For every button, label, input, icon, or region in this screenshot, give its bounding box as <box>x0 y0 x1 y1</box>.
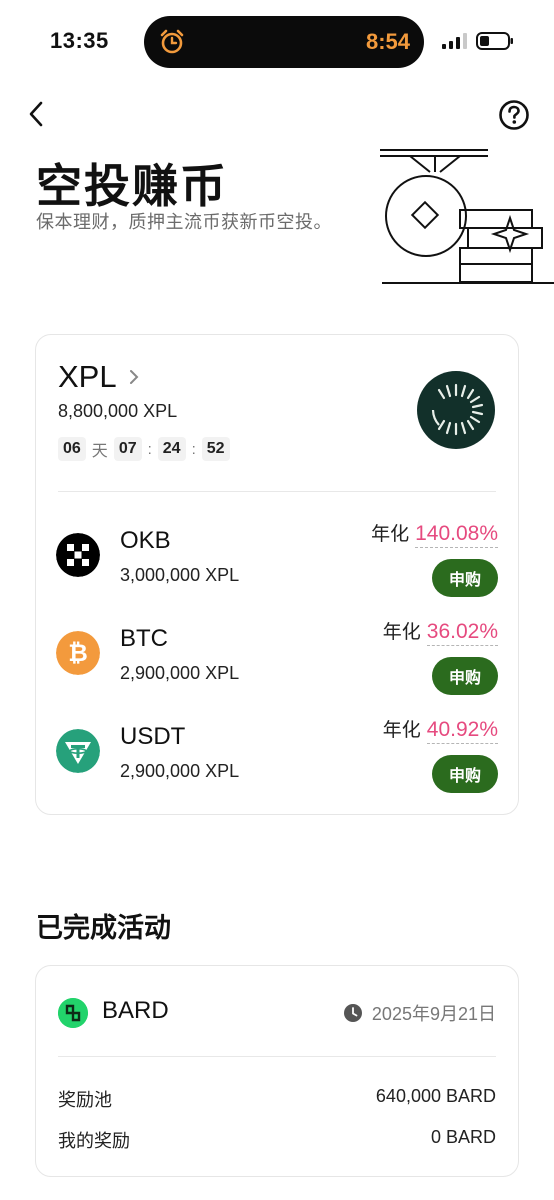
chevron-right-icon <box>129 365 139 391</box>
card-divider <box>58 491 496 492</box>
pool-name: BTC <box>120 625 168 652</box>
completed-section-title: 已完成活动 <box>36 913 171 943</box>
completed-date-text: 2025年9月21日 <box>371 1004 496 1024</box>
page-title: 空投赚币 <box>36 160 228 212</box>
island-timer: 8:54 <box>365 29 410 54</box>
countdown-day-unit: 天 <box>91 443 108 460</box>
back-button[interactable] <box>22 100 50 128</box>
my-reward-label: 我的奖励 <box>58 1131 130 1151</box>
apr-label: 年化 <box>371 524 410 545</box>
card-divider <box>58 1056 496 1057</box>
chevron-left-icon <box>29 101 43 127</box>
pool-amount: 2,900,000 XPL <box>120 663 240 683</box>
bard-logo-icon <box>58 998 88 1028</box>
page-subtitle: 保本理财，质押主流币获新币空投。 <box>36 212 332 232</box>
cellular-signal-icon <box>442 33 467 49</box>
pool-name: USDT <box>120 723 186 750</box>
alarm-clock-icon <box>160 29 184 54</box>
pool-row: ₿ BTC 2,900,000 XPL 年化 36.02% 申购 <box>36 603 520 695</box>
apr-value[interactable]: 140.08% <box>415 522 498 548</box>
completed-token-name: BARD <box>102 997 169 1024</box>
countdown-hours: 07 <box>113 437 142 461</box>
status-time: 13:35 <box>50 28 109 53</box>
bitcoin-icon: ₿ <box>56 631 100 675</box>
apr-value[interactable]: 36.02% <box>426 620 498 646</box>
reward-pool-row: 奖励池 640,000 BARD <box>58 1086 496 1112</box>
reward-pool-label: 奖励池 <box>58 1090 112 1110</box>
okb-icon <box>56 533 100 577</box>
my-reward-value: 0 BARD <box>430 1127 496 1147</box>
clock-icon <box>343 1004 362 1022</box>
help-icon[interactable] <box>498 99 530 131</box>
coin-scale-illustration <box>380 149 554 284</box>
countdown-days: 06 <box>58 437 86 461</box>
pool-amount: 2,900,000 XPL <box>120 761 240 781</box>
pool-apr: 年化 140.08% <box>371 519 498 548</box>
countdown-seconds: 52 <box>201 437 230 461</box>
apr-value[interactable]: 40.92% <box>426 718 498 744</box>
dynamic-island: 8:54 <box>144 16 424 68</box>
campaign-total: 8,800,000 XPL <box>58 401 178 421</box>
xpl-logo-icon <box>417 371 495 449</box>
completed-date: 2025年9月21日 <box>343 1000 496 1026</box>
pool-apr: 年化 36.02% <box>383 617 498 646</box>
completed-activity-card[interactable]: BARD 2025年9月21日 奖励池 640,000 BARD 我的奖励 0 … <box>35 965 519 1177</box>
apr-label: 年化 <box>382 720 421 741</box>
campaign-token-link[interactable]: XPL <box>58 359 139 395</box>
pool-name: OKB <box>120 527 171 554</box>
apr-label: 年化 <box>382 622 421 643</box>
svg-text:₿: ₿ <box>68 640 88 667</box>
campaign-token-name: XPL <box>58 359 117 394</box>
tether-icon <box>56 729 100 773</box>
battery-icon <box>476 32 513 50</box>
subscribe-button[interactable]: 申购 <box>432 657 498 695</box>
reward-pool-value: 640,000 BARD <box>375 1086 496 1106</box>
subscribe-button[interactable]: 申购 <box>432 755 498 793</box>
campaign-card: XPL 8,800,000 XPL 06 天 07 : 24 : 52 OKB … <box>35 334 519 815</box>
status-bar: 13:35 8:54 <box>0 0 554 84</box>
pool-row: USDT 2,900,000 XPL 年化 40.92% 申购 <box>36 701 520 793</box>
countdown-minutes: 24 <box>157 437 186 461</box>
pool-amount: 3,000,000 XPL <box>120 565 240 585</box>
pool-row: OKB 3,000,000 XPL 年化 140.08% 申购 <box>36 505 520 597</box>
pool-apr: 年化 40.92% <box>383 715 498 744</box>
my-reward-row: 我的奖励 0 BARD <box>58 1127 496 1153</box>
subscribe-button[interactable]: 申购 <box>432 559 498 597</box>
countdown-timer: 06 天 07 : 24 : 52 <box>58 437 230 461</box>
